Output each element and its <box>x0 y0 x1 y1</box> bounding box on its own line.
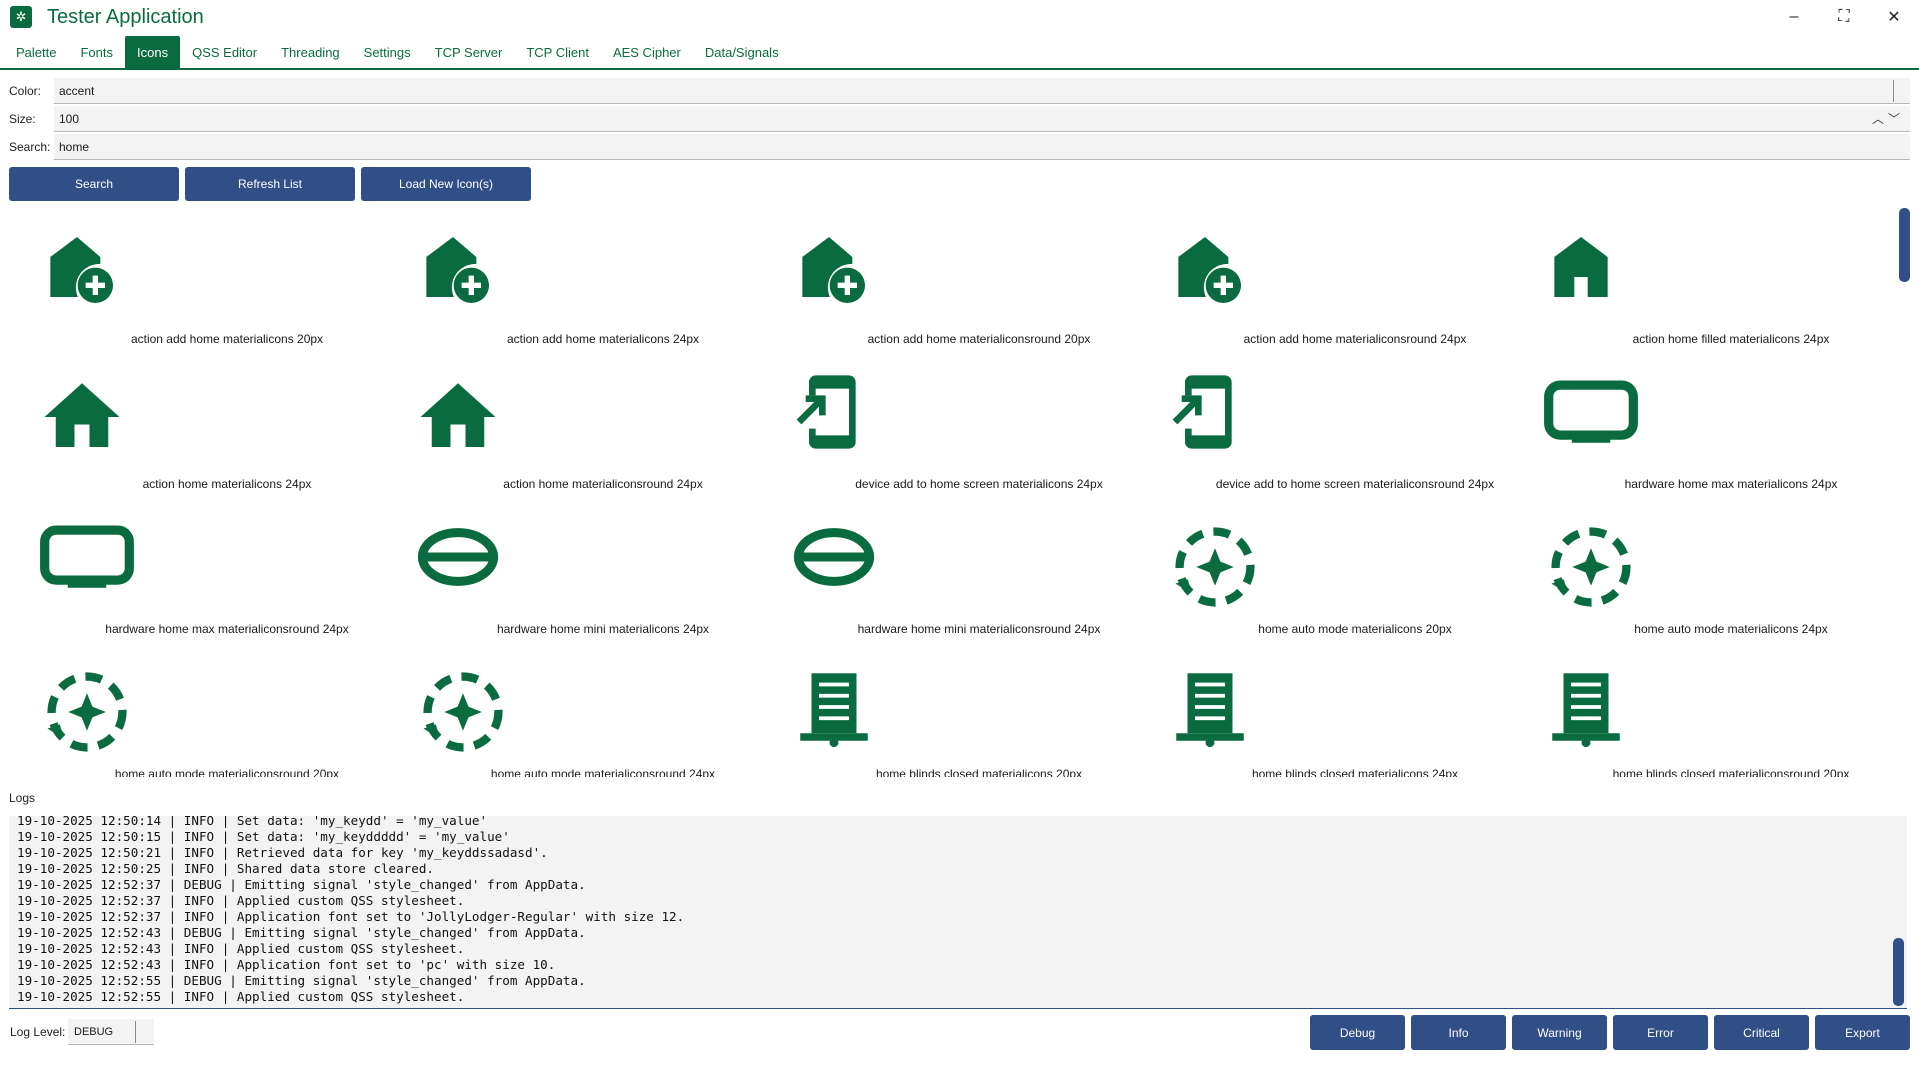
dropdown-separator <box>1893 80 1894 102</box>
load-icons-button[interactable]: Load New Icon(s) <box>361 167 531 201</box>
size-spinbox[interactable]: 100 ︿﹀ <box>54 106 1910 132</box>
tab-fonts[interactable]: Fonts <box>68 36 125 68</box>
logs-panel[interactable]: 19-10-2025 12:50:14 | INFO | Set data: '… <box>9 816 1907 1009</box>
icon-label: hardware home max materialiconsround 24p… <box>105 622 349 636</box>
icon-label: action add home materialicons 20px <box>130 332 324 346</box>
search-label: Search: <box>9 140 51 154</box>
tab-bar: Palette Fonts Icons QSS Editor Threading Sett… <box>0 36 1919 70</box>
logs-text: 19-10-2025 12:50:14 | INFO | Set data: '… <box>17 816 685 1004</box>
close-icon[interactable]: ✕ <box>1869 0 1919 34</box>
refresh-list-button[interactable]: Refresh List <box>185 167 355 201</box>
color-value: accent <box>59 83 95 98</box>
tab-tcp-client[interactable]: TCP Client <box>514 36 601 68</box>
info-button[interactable]: Info <box>1411 1015 1506 1050</box>
icon-cell[interactable]: home blinds closed materialicons 24px <box>1137 640 1513 777</box>
icon-label: hardware home max materialicons 24px <box>1624 477 1838 491</box>
icon-label: action add home materialiconsround 20px <box>867 332 1091 346</box>
error-button[interactable]: Error <box>1613 1015 1708 1050</box>
tab-icons[interactable]: Icons <box>125 36 181 68</box>
icon-label: action home materialiconsround 24px <box>503 477 703 491</box>
tab-threading[interactable]: Threading <box>269 36 352 68</box>
color-label: Color: <box>9 84 42 98</box>
size-label: Size: <box>9 112 36 126</box>
icon-label: home auto mode materialiconsround 20px <box>114 767 340 777</box>
icon-cell[interactable]: action home materialiconsround 24px <box>385 350 761 495</box>
icon-label: hardware home mini materialicons 24px <box>496 622 710 636</box>
export-button[interactable]: Export <box>1815 1015 1910 1050</box>
logs-label: Logs <box>9 791 36 805</box>
logs-scroll-thumb[interactable] <box>1893 938 1904 1006</box>
icon-label: action add home materialicons 24px <box>506 332 700 346</box>
icon-cell[interactable]: home auto mode materialiconsround 24px <box>385 640 761 777</box>
icon-cell[interactable]: hardware home max materialicons 24px <box>1513 350 1889 495</box>
maximize-icon[interactable]: ⛶ <box>1819 0 1869 34</box>
icon-cell[interactable]: hardware home max materialiconsround 24p… <box>9 495 385 640</box>
window-controls: – ⛶ ✕ <box>1769 0 1919 34</box>
search-row: Search: home <box>0 134 1919 160</box>
minimize-icon[interactable]: – <box>1769 0 1819 34</box>
icon-cell[interactable]: home auto mode materialicons 24px <box>1513 495 1889 640</box>
icon-label: home blinds closed materialicons 24px <box>1251 767 1459 777</box>
tab-palette[interactable]: Palette <box>4 36 68 68</box>
icon-grid: action add home materialicons 20px action… <box>9 205 1892 777</box>
search-value: home <box>59 139 90 154</box>
warning-button[interactable]: Warning <box>1512 1015 1607 1050</box>
icon-cell[interactable]: home auto mode materialicons 20px <box>1137 495 1513 640</box>
window-title: Tester Application <box>47 5 204 28</box>
debug-button[interactable]: Debug <box>1310 1015 1405 1050</box>
icon-cell[interactable]: action home materialicons 24px <box>9 350 385 495</box>
icon-cell[interactable]: device add to home screen materialicons … <box>761 350 1137 495</box>
icon-label: hardware home mini materialiconsround 24… <box>857 622 1101 636</box>
critical-button[interactable]: Critical <box>1714 1015 1809 1050</box>
color-field[interactable]: accent <box>54 78 1910 104</box>
icon-label: action home materialicons 24px <box>142 477 312 491</box>
icon-cell[interactable]: action add home materialicons 24px <box>385 205 761 350</box>
title-bar: ✲ Tester Application – ⛶ ✕ <box>0 0 1919 34</box>
icon-cell[interactable]: home auto mode materialiconsround 20px <box>9 640 385 777</box>
icon-cell[interactable]: action add home materialicons 20px <box>9 205 385 350</box>
icon-label: action home filled materialicons 24px <box>1632 332 1830 346</box>
icon-label: device add to home screen materialicons … <box>855 477 1103 491</box>
icon-grid-scrollbar[interactable] <box>1898 205 1910 777</box>
size-row: Size: 100 ︿﹀ <box>0 106 1919 132</box>
icon-label: home auto mode materialicons 24px <box>1634 622 1828 636</box>
icon-label: action add home materialiconsround 24px <box>1243 332 1467 346</box>
tab-aes-cipher[interactable]: AES Cipher <box>601 36 693 68</box>
spin-arrows-icon[interactable]: ︿﹀ <box>1872 110 1904 127</box>
icon-cell[interactable]: hardware home mini materialicons 24px <box>385 495 761 640</box>
tab-settings[interactable]: Settings <box>352 36 423 68</box>
icon-label: home blinds closed materialicons 20px <box>875 767 1083 777</box>
color-row: Color: accent <box>0 78 1919 104</box>
icon-label: home auto mode materialicons 20px <box>1258 622 1452 636</box>
icon-cell[interactable]: device add to home screen materialiconsr… <box>1137 350 1513 495</box>
dropdown-separator <box>135 1021 136 1043</box>
icon-label: device add to home screen materialiconsr… <box>1215 477 1495 491</box>
icon-cell[interactable]: home blinds closed materialiconsround 20… <box>1513 640 1889 777</box>
size-value: 100 <box>59 111 80 126</box>
log-level-value: DEBUG <box>74 1025 114 1038</box>
tab-qss-editor[interactable]: QSS Editor <box>180 36 269 68</box>
tab-tcp-server[interactable]: TCP Server <box>423 36 515 68</box>
icon-grid-scroll-thumb[interactable] <box>1899 208 1910 282</box>
log-level-label: Log Level: <box>10 1025 66 1039</box>
icon-label: home blinds closed materialiconsround 20… <box>1612 767 1850 777</box>
gear-icon: ✲ <box>10 6 32 28</box>
search-button[interactable]: Search <box>9 167 179 201</box>
search-input[interactable]: home <box>54 134 1910 160</box>
icon-label: home auto mode materialiconsround 24px <box>490 767 716 777</box>
icon-cell[interactable]: action home filled materialicons 24px <box>1513 205 1889 350</box>
icon-cell[interactable]: hardware home mini materialiconsround 24… <box>761 495 1137 640</box>
tab-data-signals[interactable]: Data/Signals <box>693 36 791 68</box>
icon-cell[interactable]: action add home materialiconsround 24px <box>1137 205 1513 350</box>
icon-cell[interactable]: action add home materialiconsround 20px <box>761 205 1137 350</box>
icon-cell[interactable]: home blinds closed materialicons 20px <box>761 640 1137 777</box>
log-level-select[interactable]: DEBUG <box>68 1019 154 1045</box>
